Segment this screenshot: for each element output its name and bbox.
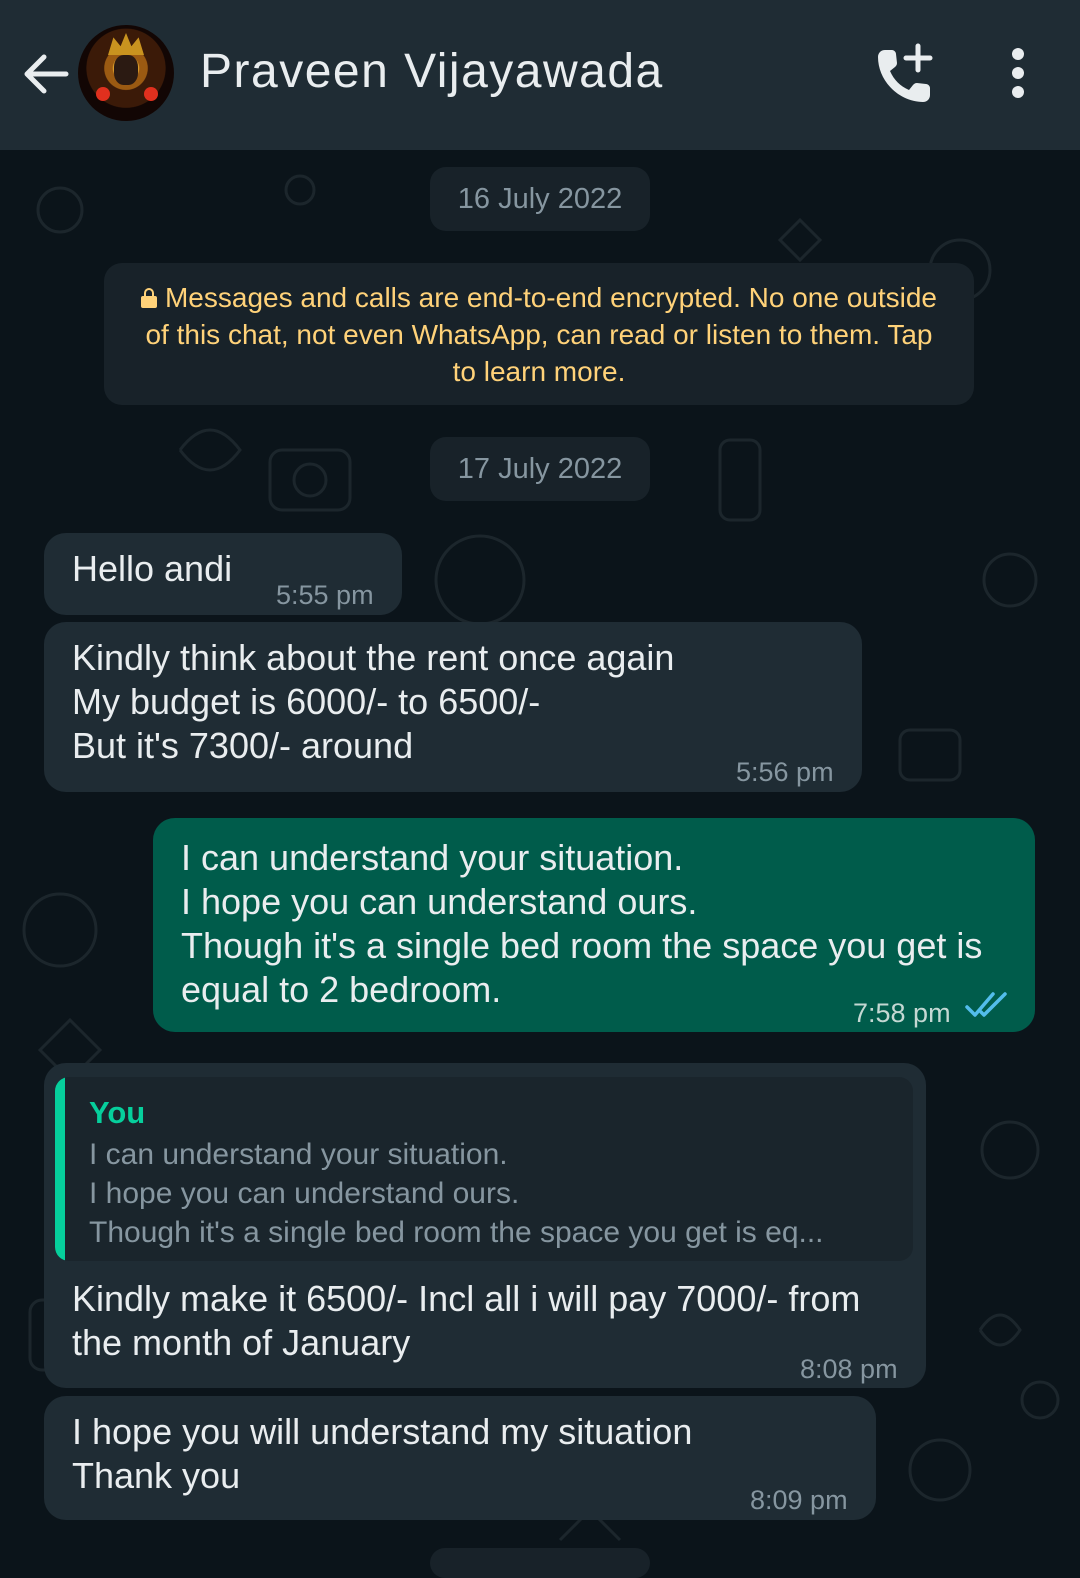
date-separator	[430, 1548, 650, 1578]
message-bubble-outgoing[interactable]: I can understand your situation. I hope …	[153, 818, 1035, 1032]
message-bubble-incoming[interactable]: Kindly think about the rent once again M…	[44, 622, 862, 792]
message-time: 5:56 pm	[736, 757, 834, 787]
message-time: 8:09 pm	[750, 1485, 848, 1515]
message-text: Kindly make it 6500/- Incl all i will pa…	[72, 1278, 861, 1363]
lock-icon	[140, 288, 157, 308]
quote-text: I can understand your situation. I hope …	[89, 1138, 824, 1249]
message-time: 7:58 pm	[853, 998, 951, 1028]
message-text: I can understand your situation. I hope …	[181, 837, 983, 1010]
contact-avatar[interactable]	[78, 25, 174, 121]
quote-accent-bar	[55, 1077, 65, 1261]
chat-header: Praveen Vijayawada	[0, 0, 1080, 150]
date-separator: 17 July 2022	[430, 437, 650, 501]
contact-name[interactable]: Praveen Vijayawada	[200, 44, 664, 99]
message-bubble-incoming[interactable]: I hope you will understand my situation …	[44, 1396, 876, 1520]
encryption-notice-text: Messages and calls are end-to-end encryp…	[145, 282, 938, 387]
message-text: Hello andi	[72, 548, 233, 589]
encryption-notice[interactable]: Messages and calls are end-to-end encryp…	[104, 263, 974, 405]
message-time: 5:55 pm	[276, 580, 374, 610]
message-bubble-incoming[interactable]: You I can understand your situation. I h…	[44, 1063, 926, 1388]
message-bubble-incoming[interactable]: Hello andi 5:55 pm	[44, 533, 402, 615]
more-vert-icon[interactable]	[1000, 44, 1036, 104]
add-call-icon[interactable]	[872, 42, 938, 108]
read-receipt-icon	[965, 992, 1007, 1017]
arrow-back-icon[interactable]	[20, 48, 72, 100]
message-text: Kindly think about the rent once again M…	[72, 637, 675, 766]
quoted-message[interactable]: You I can understand your situation. I h…	[55, 1077, 913, 1261]
message-text: I hope you will understand my situation …	[72, 1411, 693, 1496]
message-time: 8:08 pm	[800, 1354, 898, 1384]
date-separator: 16 July 2022	[430, 167, 650, 231]
quote-author: You	[89, 1095, 146, 1130]
